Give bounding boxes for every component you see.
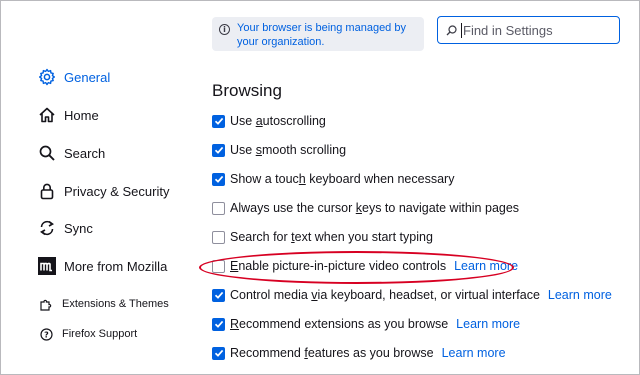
search-input[interactable]: Find in Settings (437, 16, 620, 44)
sidebar-item-label: Sync (64, 220, 93, 236)
sidebar-item-label: Privacy & Security (64, 183, 170, 199)
checkbox-label[interactable]: Recommend extensions as you browse (230, 317, 448, 331)
puzzle-icon (39, 297, 53, 311)
checkmark-icon (214, 175, 223, 183)
checkmark-icon (214, 320, 223, 328)
checkmark-icon (214, 349, 223, 357)
checkbox-row[interactable]: Search for text when you start typing (212, 230, 433, 244)
checkbox-label[interactable]: Search for text when you start typing (230, 230, 433, 244)
sidebar-item-label: Home (64, 107, 99, 123)
section-heading-browsing: Browsing (212, 81, 282, 100)
checkbox-label[interactable]: Show a touch keyboard when necessary (230, 172, 454, 186)
search-placeholder: Find in Settings (461, 22, 553, 38)
learn-more-link[interactable]: Learn more (548, 288, 612, 302)
help-icon: ? (39, 327, 53, 341)
sidebar-item-privacy[interactable]: Privacy & Security (37, 181, 169, 201)
checkmark-icon (214, 117, 223, 125)
highlight-annotation (199, 251, 514, 284)
sidebar-item-search[interactable]: Search (37, 143, 105, 163)
checkbox-checked[interactable] (212, 288, 225, 302)
learn-more-link[interactable]: Learn more (442, 346, 506, 360)
checkbox-label[interactable]: Use autoscrolling (230, 114, 326, 128)
checkbox-row[interactable]: Always use the cursor keys to navigate w… (212, 201, 519, 215)
checkbox-row[interactable]: Recommend extensions as you browse Learn … (212, 317, 520, 331)
managed-banner[interactable]: i Your browser is being managed by your … (212, 17, 424, 51)
checkbox-checked[interactable] (212, 317, 225, 331)
home-icon (37, 105, 57, 125)
sidebar-item-general[interactable]: General (37, 67, 110, 87)
checkbox-label[interactable]: Recommend features as you browse (230, 346, 434, 360)
checkbox-label[interactable]: Use smooth scrolling (230, 143, 346, 157)
sidebar-item-label: General (64, 69, 111, 85)
info-icon: i (219, 24, 230, 35)
sidebar-item-extensions-themes[interactable]: Extensions & Themes (39, 297, 169, 311)
checkbox-row[interactable]: Show a touch keyboard when necessary (212, 172, 454, 186)
managed-banner-text[interactable]: Your browser is being managed by your or… (237, 21, 418, 49)
search-icon (446, 24, 457, 35)
sidebar-item-sync[interactable]: Sync (37, 218, 93, 238)
checkbox-label[interactable]: Always use the cursor keys to navigate w… (230, 201, 519, 215)
sidebar-item-label: More from Mozilla (64, 258, 168, 274)
sidebar-item-label: Search (64, 145, 106, 161)
checkbox-checked[interactable] (212, 114, 225, 128)
gear-icon (37, 67, 57, 87)
search-icon (37, 143, 57, 163)
checkbox-checked[interactable] (212, 346, 225, 360)
mozilla-icon (37, 256, 57, 276)
checkbox-row[interactable]: Use autoscrolling (212, 114, 326, 128)
checkbox-label[interactable]: Control media via keyboard, headset, or … (230, 288, 540, 302)
checkbox-unchecked[interactable] (212, 230, 225, 244)
checkbox-checked[interactable] (212, 172, 225, 186)
svg-text:?: ? (44, 330, 49, 339)
lock-icon (37, 181, 57, 201)
checkbox-checked[interactable] (212, 143, 225, 157)
checkmark-icon (214, 146, 223, 154)
sidebar-item-label: Firefox Support (62, 328, 138, 340)
checkbox-unchecked[interactable] (212, 201, 225, 215)
sidebar-item-label: Extensions & Themes (62, 298, 169, 310)
checkbox-row[interactable]: Recommend features as you browse Learn mo… (212, 346, 506, 360)
checkbox-row[interactable]: Use smooth scrolling (212, 143, 346, 157)
sidebar-item-firefox-support[interactable]: ? Firefox Support (39, 327, 137, 341)
checkbox-row[interactable]: Control media via keyboard, headset, or … (212, 288, 612, 302)
sync-icon (37, 218, 57, 238)
sidebar-item-more-from-mozilla[interactable]: More from Mozilla (37, 256, 167, 276)
learn-more-link[interactable]: Learn more (456, 317, 520, 331)
sidebar-item-home[interactable]: Home (37, 105, 99, 125)
checkmark-icon (214, 291, 223, 299)
